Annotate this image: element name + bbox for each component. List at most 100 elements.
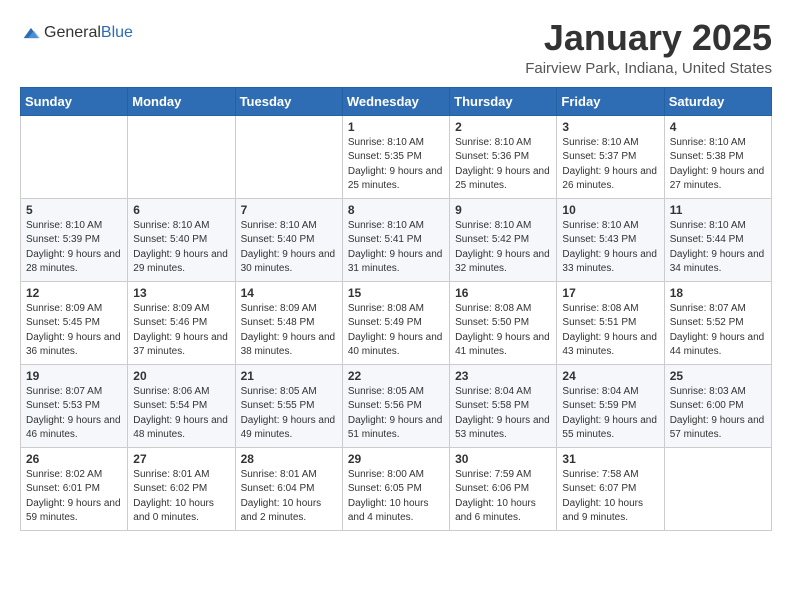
day-info: Sunrise: 8:01 AM Sunset: 6:04 PM Dayligh… bbox=[241, 468, 337, 526]
day-number: 17 bbox=[562, 286, 658, 300]
logo: GeneralBlue bbox=[20, 22, 133, 44]
day-cell: 29 Sunrise: 8:00 AM Sunset: 6:05 PM Dayli… bbox=[342, 447, 449, 530]
col-header-tuesday: Tuesday bbox=[235, 87, 342, 115]
day-number: 25 bbox=[670, 369, 766, 383]
day-number: 10 bbox=[562, 203, 658, 217]
day-info: Sunrise: 8:10 AM Sunset: 5:37 PM Dayligh… bbox=[562, 136, 658, 194]
day-info: Sunrise: 8:09 AM Sunset: 5:46 PM Dayligh… bbox=[133, 302, 229, 360]
day-cell: 25Sunrise: 8:03 AM Sunset: 6:00 PM Dayli… bbox=[664, 364, 771, 447]
day-info: Sunrise: 8:08 AM Sunset: 5:51 PM Dayligh… bbox=[562, 302, 658, 360]
logo-blue-text: Blue bbox=[101, 24, 133, 42]
title-block: January 2025 Fairview Park, Indiana, Uni… bbox=[525, 18, 772, 77]
day-number: 24 bbox=[562, 369, 658, 383]
day-cell bbox=[235, 115, 342, 198]
day-info: Sunrise: 8:05 AM Sunset: 5:55 PM Dayligh… bbox=[241, 385, 337, 443]
col-header-monday: Monday bbox=[128, 87, 235, 115]
week-row-2: 5Sunrise: 8:10 AM Sunset: 5:39 PM Daylig… bbox=[21, 198, 772, 281]
day-info: Sunrise: 8:07 AM Sunset: 5:53 PM Dayligh… bbox=[26, 385, 122, 443]
page: GeneralBlue January 2025 Fairview Park, … bbox=[0, 0, 792, 549]
day-cell: 23 Sunrise: 8:04 AM Sunset: 5:58 PM Dayli… bbox=[450, 364, 557, 447]
day-number: 23 bbox=[455, 369, 551, 383]
header: GeneralBlue January 2025 Fairview Park, … bbox=[20, 18, 772, 77]
calendar-location: Fairview Park, Indiana, United States bbox=[525, 60, 772, 77]
week-row-4: 19 Sunrise: 8:07 AM Sunset: 5:53 PM Dayli… bbox=[21, 364, 772, 447]
day-info: Sunrise: 8:10 AM Sunset: 5:44 PM Dayligh… bbox=[670, 219, 766, 277]
day-number: 8 bbox=[348, 203, 444, 217]
day-cell: 31Sunrise: 7:58 AM Sunset: 6:07 PM Dayli… bbox=[557, 447, 664, 530]
day-info: Sunrise: 8:05 AM Sunset: 5:56 PM Dayligh… bbox=[348, 385, 444, 443]
day-cell: 17 Sunrise: 8:08 AM Sunset: 5:51 PM Dayli… bbox=[557, 281, 664, 364]
col-header-saturday: Saturday bbox=[664, 87, 771, 115]
logo-text: GeneralBlue bbox=[44, 24, 133, 42]
day-number: 5 bbox=[26, 203, 122, 217]
day-info: Sunrise: 8:10 AM Sunset: 5:35 PM Dayligh… bbox=[348, 136, 444, 194]
day-number: 19 bbox=[26, 369, 122, 383]
day-number: 28 bbox=[241, 452, 337, 466]
day-info: Sunrise: 8:07 AM Sunset: 5:52 PM Dayligh… bbox=[670, 302, 766, 360]
day-number: 29 bbox=[348, 452, 444, 466]
day-cell: 30 Sunrise: 7:59 AM Sunset: 6:06 PM Dayli… bbox=[450, 447, 557, 530]
day-cell: 12 Sunrise: 8:09 AM Sunset: 5:45 PM Dayli… bbox=[21, 281, 128, 364]
day-cell: 3 Sunrise: 8:10 AM Sunset: 5:37 PM Daylig… bbox=[557, 115, 664, 198]
day-cell bbox=[664, 447, 771, 530]
logo-icon bbox=[20, 22, 42, 44]
day-number: 15 bbox=[348, 286, 444, 300]
day-number: 6 bbox=[133, 203, 229, 217]
day-info: Sunrise: 8:06 AM Sunset: 5:54 PM Dayligh… bbox=[133, 385, 229, 443]
day-number: 13 bbox=[133, 286, 229, 300]
day-cell: 13 Sunrise: 8:09 AM Sunset: 5:46 PM Dayli… bbox=[128, 281, 235, 364]
day-cell: 8Sunrise: 8:10 AM Sunset: 5:41 PM Daylig… bbox=[342, 198, 449, 281]
day-info: Sunrise: 7:59 AM Sunset: 6:06 PM Dayligh… bbox=[455, 468, 551, 526]
day-info: Sunrise: 8:00 AM Sunset: 6:05 PM Dayligh… bbox=[348, 468, 444, 526]
day-number: 18 bbox=[670, 286, 766, 300]
week-row-5: 26 Sunrise: 8:02 AM Sunset: 6:01 PM Dayli… bbox=[21, 447, 772, 530]
week-row-3: 12 Sunrise: 8:09 AM Sunset: 5:45 PM Dayli… bbox=[21, 281, 772, 364]
day-cell: 10Sunrise: 8:10 AM Sunset: 5:43 PM Dayli… bbox=[557, 198, 664, 281]
day-number: 4 bbox=[670, 120, 766, 134]
day-cell: 19 Sunrise: 8:07 AM Sunset: 5:53 PM Dayli… bbox=[21, 364, 128, 447]
day-info: Sunrise: 8:10 AM Sunset: 5:38 PM Dayligh… bbox=[670, 136, 766, 194]
day-info: Sunrise: 8:10 AM Sunset: 5:40 PM Dayligh… bbox=[133, 219, 229, 277]
day-number: 22 bbox=[348, 369, 444, 383]
day-number: 2 bbox=[455, 120, 551, 134]
day-cell: 14 Sunrise: 8:09 AM Sunset: 5:48 PM Dayli… bbox=[235, 281, 342, 364]
calendar-title: January 2025 bbox=[525, 18, 772, 58]
day-cell: 18 Sunrise: 8:07 AM Sunset: 5:52 PM Dayli… bbox=[664, 281, 771, 364]
day-info: Sunrise: 8:09 AM Sunset: 5:45 PM Dayligh… bbox=[26, 302, 122, 360]
day-info: Sunrise: 8:08 AM Sunset: 5:50 PM Dayligh… bbox=[455, 302, 551, 360]
day-number: 27 bbox=[133, 452, 229, 466]
day-info: Sunrise: 8:10 AM Sunset: 5:40 PM Dayligh… bbox=[241, 219, 337, 277]
day-number: 14 bbox=[241, 286, 337, 300]
day-cell: 24Sunrise: 8:04 AM Sunset: 5:59 PM Dayli… bbox=[557, 364, 664, 447]
day-cell: 16 Sunrise: 8:08 AM Sunset: 5:50 PM Dayli… bbox=[450, 281, 557, 364]
day-number: 3 bbox=[562, 120, 658, 134]
day-info: Sunrise: 8:02 AM Sunset: 6:01 PM Dayligh… bbox=[26, 468, 122, 526]
day-cell: 26 Sunrise: 8:02 AM Sunset: 6:01 PM Dayli… bbox=[21, 447, 128, 530]
day-cell: 4 Sunrise: 8:10 AM Sunset: 5:38 PM Daylig… bbox=[664, 115, 771, 198]
day-number: 26 bbox=[26, 452, 122, 466]
day-cell: 6 Sunrise: 8:10 AM Sunset: 5:40 PM Daylig… bbox=[128, 198, 235, 281]
day-cell: 20Sunrise: 8:06 AM Sunset: 5:54 PM Dayli… bbox=[128, 364, 235, 447]
day-info: Sunrise: 8:10 AM Sunset: 5:42 PM Dayligh… bbox=[455, 219, 551, 277]
day-number: 16 bbox=[455, 286, 551, 300]
col-header-friday: Friday bbox=[557, 87, 664, 115]
day-cell: 27Sunrise: 8:01 AM Sunset: 6:02 PM Dayli… bbox=[128, 447, 235, 530]
day-number: 12 bbox=[26, 286, 122, 300]
day-number: 7 bbox=[241, 203, 337, 217]
day-cell: 9 Sunrise: 8:10 AM Sunset: 5:42 PM Daylig… bbox=[450, 198, 557, 281]
day-cell: 21Sunrise: 8:05 AM Sunset: 5:55 PM Dayli… bbox=[235, 364, 342, 447]
day-number: 1 bbox=[348, 120, 444, 134]
day-cell: 11Sunrise: 8:10 AM Sunset: 5:44 PM Dayli… bbox=[664, 198, 771, 281]
day-cell: 28 Sunrise: 8:01 AM Sunset: 6:04 PM Dayli… bbox=[235, 447, 342, 530]
col-header-thursday: Thursday bbox=[450, 87, 557, 115]
day-cell: 2Sunrise: 8:10 AM Sunset: 5:36 PM Daylig… bbox=[450, 115, 557, 198]
day-cell: 7 Sunrise: 8:10 AM Sunset: 5:40 PM Daylig… bbox=[235, 198, 342, 281]
day-cell: 15Sunrise: 8:08 AM Sunset: 5:49 PM Dayli… bbox=[342, 281, 449, 364]
day-info: Sunrise: 8:09 AM Sunset: 5:48 PM Dayligh… bbox=[241, 302, 337, 360]
col-header-wednesday: Wednesday bbox=[342, 87, 449, 115]
day-cell: 22 Sunrise: 8:05 AM Sunset: 5:56 PM Dayli… bbox=[342, 364, 449, 447]
day-info: Sunrise: 8:04 AM Sunset: 5:58 PM Dayligh… bbox=[455, 385, 551, 443]
day-number: 9 bbox=[455, 203, 551, 217]
week-row-1: 1 Sunrise: 8:10 AM Sunset: 5:35 PM Daylig… bbox=[21, 115, 772, 198]
day-number: 30 bbox=[455, 452, 551, 466]
